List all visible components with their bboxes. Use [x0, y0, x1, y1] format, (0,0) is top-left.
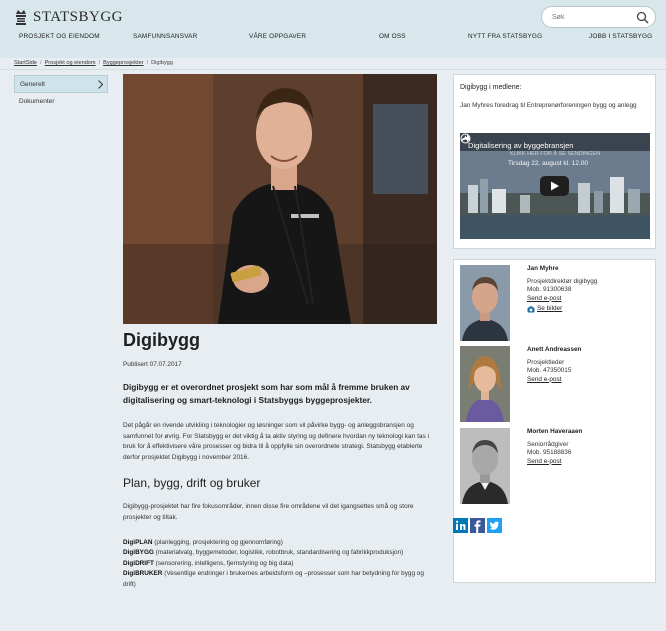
contact-card: Jan Myhre Prosjektdirektør digibygg Mob.… [460, 265, 650, 341]
contacts-box: Jan Myhre Prosjektdirektør digibygg Mob.… [453, 259, 656, 583]
breadcrumb-separator: / [98, 60, 101, 66]
site-header: STATSBYGG PROSJEKT OG EIENDOM SAMFUNNSAN… [0, 0, 666, 58]
focus-desc: (planlegging, prosjektering og gjennomfø… [154, 539, 283, 546]
right-column: Digibygg i medlene: Jan Myhres foredrag … [453, 74, 656, 583]
nav-vare-oppgaver[interactable]: VÅRE OPPGAVER [249, 33, 306, 40]
hero-photo [123, 74, 437, 324]
focus-desc: (materialvalg, byggemetoder, logistikk, … [155, 549, 404, 557]
focus-area-list: DigiPLAN (planlegging, prosjektering og … [123, 538, 438, 590]
body-paragraph: Digibygg-prosjektet har fire fokusområde… [123, 503, 414, 521]
video-overlay-text: KLIKK HER FOR Å SE SENDINGEN [510, 151, 601, 157]
contact-photo [460, 346, 510, 422]
focus-term: DigiBYGG [123, 549, 154, 557]
contact-info: Jan Myhre Prosjektdirektør digibygg Mob.… [527, 265, 597, 314]
play-icon [551, 181, 559, 191]
contact-role: Seniorrådgiver [527, 440, 569, 448]
twitter-icon[interactable] [487, 518, 502, 533]
send-email-link[interactable]: Send e-post [527, 458, 561, 467]
video-subtitle: Tirsdag 22. august kl. 12.00 [508, 160, 588, 167]
nav-samfunnsansvar[interactable]: SAMFUNNSANSVAR [133, 33, 197, 40]
contact-card: Anett Andreassen Prosjektleder Mob. 4735… [460, 346, 650, 422]
crown-crest-icon [16, 10, 26, 25]
published-date: Publisert 07.07.2017 [123, 361, 182, 368]
breadcrumb-current: Digibygg [151, 60, 173, 66]
article: Digibygg Publisert 07.07.2017 Digibygg e… [123, 74, 438, 590]
main-nav: PROSJEKT OG EIENDOM SAMFUNNSANSVAR VÅRE … [0, 33, 666, 47]
contact-photo [460, 265, 510, 341]
contact-phone: Mob. 47350015 [527, 367, 572, 374]
search-box[interactable] [541, 6, 656, 28]
see-images-link[interactable]: Se bilder [527, 305, 597, 314]
list-item: DigiPLAN (planlegging, prosjektering og … [123, 538, 438, 548]
focus-term: DigiPLAN [123, 539, 153, 546]
sidebar-item-label: Generelt [20, 81, 45, 88]
focus-desc: (Vesentlige endringer i brukernes arbeid… [123, 570, 424, 588]
contact-name: Anett Andreassen [527, 346, 582, 353]
section-heading: Plan, bygg, drift og bruker [123, 476, 261, 490]
contact-info: Morten Haveraaen Seniorrådgiver Mob. 951… [527, 428, 582, 466]
sidebar-item-generelt[interactable]: Generelt [14, 75, 108, 93]
sidebar: Generelt Dokumenter [14, 75, 108, 111]
breadcrumb-separator: / [40, 60, 42, 66]
send-email-link[interactable]: Send e-post [527, 376, 561, 385]
camera-icon [527, 306, 535, 313]
list-item: DigiBYGG (materialvalg, byggemetoder, lo… [123, 548, 438, 558]
breadcrumb-prosjekt-og-eiendom[interactable]: Prosjekt og eiendom [45, 60, 96, 66]
media-box: Digibygg i medlene: Jan Myhres foredrag … [453, 74, 656, 249]
hero-image [123, 74, 437, 324]
statsbygg-logo[interactable]: STATSBYGG [14, 8, 123, 26]
video-player[interactable]: Digitalisering av byggebransjen KLIKK HE… [460, 133, 650, 239]
contact-name: Jan Myhre [527, 265, 559, 272]
linkedin-icon[interactable] [453, 518, 468, 533]
see-images-label[interactable]: Se bilder [537, 305, 562, 314]
contact-role: Prosjektdirektør digibygg [527, 277, 598, 285]
contact-phone: Mob. 95188836 [527, 449, 572, 456]
search-input[interactable] [552, 10, 636, 24]
list-item: DigiDRIFT (sensorering, intelligens, fje… [123, 559, 438, 569]
share-icon[interactable] [460, 133, 471, 144]
send-email-link[interactable]: Send e-post [527, 295, 561, 304]
media-description: Jan Myhres foredrag til Entreprenørforen… [460, 102, 637, 109]
nav-om-oss[interactable]: OM OSS [379, 33, 406, 40]
focus-desc: (sensorering, intelligens, fjernstyring … [155, 559, 294, 567]
nav-prosjekt-og-eiendom[interactable]: PROSJEKT OG EIENDOM [19, 33, 100, 40]
list-item: DigiBRUKER (Vesentlige endringer i bruke… [123, 569, 438, 590]
breadcrumb-bar: StartSide / Prosjekt og eiendom / Byggeprosj… [0, 58, 666, 70]
contact-info: Anett Andreassen Prosjektleder Mob. 4735… [527, 346, 581, 384]
page-title: Digibygg [123, 330, 200, 350]
focus-term: DigiBRUKER [123, 570, 163, 578]
body-paragraph: Det pågår en rivende utvikling i teknolo… [123, 422, 430, 461]
lead-paragraph: Digibygg er et overordnet prosjekt som h… [123, 382, 410, 405]
logo-text: STATSBYGG [33, 8, 123, 25]
contact-photo [460, 428, 510, 504]
contact-phone: Mob. 91300638 [527, 286, 572, 293]
contact-role: Prosjektleder [527, 358, 565, 366]
media-heading: Digibygg i medlene: [460, 84, 522, 91]
play-button[interactable] [540, 176, 569, 196]
breadcrumb: StartSide / Prosjekt og eiendom / Byggeprosj… [14, 60, 173, 66]
contact-card: Morten Haveraaen Seniorrådgiver Mob. 951… [460, 428, 650, 504]
sidebar-item-label: Dokumenter [19, 98, 55, 105]
breadcrumb-separator: / [146, 60, 149, 66]
social-share [453, 518, 502, 533]
contact-name: Morten Haveraaen [527, 428, 583, 435]
nav-nytt-fra-statsbygg[interactable]: NYTT FRA STATSBYGG [468, 33, 542, 40]
breadcrumb-byggeprosjekter[interactable]: Byggeprosjekter [103, 60, 143, 66]
search-icon[interactable] [636, 11, 649, 24]
video-title: Digitalisering av byggebransjen [468, 141, 574, 150]
facebook-icon[interactable] [470, 518, 485, 533]
focus-term: DigiDRIFT [123, 559, 154, 567]
sidebar-item-dokumenter[interactable]: Dokumenter [14, 93, 108, 111]
chevron-right-icon [98, 80, 104, 89]
nav-jobb-i-statsbygg[interactable]: JOBB I STATSBYGG [589, 33, 652, 40]
breadcrumb-startside[interactable]: StartSide [14, 60, 37, 66]
